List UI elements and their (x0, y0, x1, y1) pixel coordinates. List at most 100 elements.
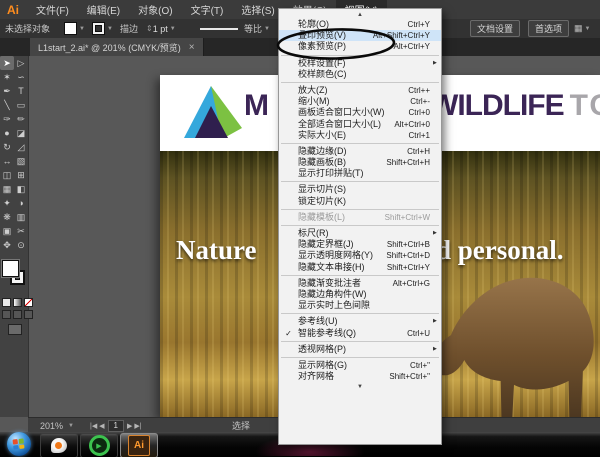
view-menu-item[interactable]: 透视网格(P) ▶ (279, 344, 441, 355)
draw-behind-button[interactable] (13, 310, 22, 319)
zoom-value[interactable]: 201% (40, 421, 63, 431)
tool-column-graph[interactable]: ▥ (14, 210, 28, 224)
tool-symbol-sprayer[interactable]: ❋ (0, 210, 14, 224)
stroke-color-control[interactable]: ▼ (92, 19, 113, 38)
view-menu-item[interactable]: 隐藏画板(B) Shift+Ctrl+H (279, 157, 441, 168)
tool-blob-brush[interactable]: ● (0, 126, 14, 140)
menu-scroll-down-icon[interactable]: ▼ (279, 382, 441, 391)
tool-lasso[interactable]: ∽ (14, 70, 28, 84)
view-menu-item[interactable]: 校样设置(F) ▶ (279, 58, 441, 69)
tool-rotate[interactable]: ↻ (0, 140, 14, 154)
menubar-item-object[interactable]: 对象(O) (129, 0, 181, 20)
workspace-icon[interactable]: ▦ (574, 23, 583, 34)
fill-color-swatch[interactable] (64, 22, 77, 35)
menubar-item-file[interactable]: 文件(F) (27, 0, 78, 20)
draw-normal-button[interactable] (2, 310, 11, 319)
workspace-switcher[interactable]: ▦ ▼ (574, 19, 590, 38)
view-menu-item[interactable]: 全部适合窗口大小(L) Alt+Ctrl+0 (279, 119, 441, 130)
tool-eyedropper[interactable]: ✦ (0, 196, 14, 210)
chevron-down-icon[interactable]: ▼ (79, 26, 85, 32)
taskbar-media-app-icon[interactable] (40, 433, 78, 457)
tool-hand[interactable]: ✥ (0, 238, 14, 252)
tool-eraser[interactable]: ◪ (14, 126, 28, 140)
artboard-next-icon[interactable]: ▶| (134, 423, 141, 430)
view-menu-item[interactable]: 校样颜色(C) (279, 69, 441, 80)
stroke-weight-value[interactable]: 1 pt (153, 24, 168, 34)
tool-pencil[interactable]: ✏ (14, 112, 28, 126)
stroke-weight-stepper[interactable]: ⇕ 1 pt ▼ (146, 19, 176, 38)
tool-slice[interactable]: ✂ (14, 224, 28, 238)
view-menu-item[interactable]: 放大(Z) Ctrl++ (279, 85, 441, 96)
fill-color-control[interactable]: ▼ (64, 19, 85, 38)
artboard-prev-icon[interactable]: |◀ (90, 423, 99, 430)
view-menu-item[interactable]: 对齐网格 Shift+Ctrl+" (279, 371, 441, 382)
chevron-down-icon[interactable]: ▼ (170, 26, 176, 32)
view-menu-item[interactable]: 隐藏定界框(J) Shift+Ctrl+B (279, 239, 441, 250)
view-menu-item[interactable]: 显示打印拼贴(T) (279, 168, 441, 179)
tool-paintbrush[interactable]: ✑ (0, 112, 14, 126)
tool-free-transform[interactable]: ▧ (14, 154, 28, 168)
menubar-item-edit[interactable]: 编辑(E) (78, 0, 129, 20)
view-menu-item[interactable]: 像素预览(P) Alt+Ctrl+Y (279, 41, 441, 52)
gradient-mode-button[interactable] (13, 298, 22, 307)
view-menu-item[interactable]: 叠印预览(V) Alt+Shift+Ctrl+Y (279, 30, 441, 42)
view-menu-item[interactable]: 隐藏边缘(D) Ctrl+H (279, 146, 441, 157)
view-menu-item[interactable]: 隐藏文本串接(H) Shift+Ctrl+Y (279, 262, 441, 273)
artboard-number-field[interactable]: 1 (107, 419, 124, 432)
color-mode-button[interactable] (2, 298, 11, 307)
windows-start-button[interactable] (7, 432, 31, 456)
view-menu-item[interactable]: ✓ 智能参考线(Q) Ctrl+U (279, 328, 441, 339)
stroke-profile-control[interactable]: 等比 ▼ (200, 19, 270, 38)
tool-zoom[interactable]: ⊙ (14, 238, 28, 252)
document-tab[interactable]: L1start_2.ai* @ 201% (CMYK/预览) × (30, 38, 204, 56)
view-menu-item[interactable]: 隐藏边角构件(W) (279, 289, 441, 300)
menubar-item-select[interactable]: 选择(S) (232, 0, 283, 20)
tool-blend[interactable]: ◑ (14, 196, 28, 210)
menubar-item-type[interactable]: 文字(T) (182, 0, 233, 20)
view-menu-item[interactable]: 显示网格(G) Ctrl+" (279, 360, 441, 371)
chevron-down-icon[interactable]: ▼ (107, 26, 113, 32)
view-menu-item[interactable]: 参考线(U) ▶ (279, 316, 441, 327)
tool-rectangle[interactable]: ▭ (14, 98, 28, 112)
view-menu-item[interactable]: 标尺(R) ▶ (279, 228, 441, 239)
artboard-prev-icon[interactable]: ◀ (99, 423, 104, 430)
view-menu-item[interactable]: 画板适合窗口大小(W) Ctrl+0 (279, 107, 441, 118)
none-mode-button[interactable] (24, 298, 33, 307)
tool-selection[interactable]: ➤ (0, 56, 14, 70)
chevron-down-icon[interactable]: ▼ (68, 423, 74, 429)
tool-line-segment[interactable]: ╲ (0, 98, 14, 112)
draw-inside-button[interactable] (24, 310, 33, 319)
view-menu-item[interactable]: 锁定切片(K) (279, 196, 441, 207)
view-menu-item[interactable]: 显示透明度网格(Y) Shift+Ctrl+D (279, 250, 441, 261)
fill-swatch[interactable] (2, 260, 19, 277)
taskbar-illustrator-icon[interactable]: Ai (120, 433, 158, 457)
document-setup-button[interactable]: 文档设置 (470, 19, 521, 38)
view-menu-item[interactable]: 缩小(M) Ctrl+- (279, 96, 441, 107)
menu-scroll-up-icon[interactable]: ▲ (279, 10, 441, 19)
taskbar-green-app-icon[interactable]: ▶ (80, 433, 118, 457)
zoom-field[interactable]: 201% ▼ (40, 418, 74, 433)
tool-perspective-grid[interactable]: ⊞ (14, 168, 28, 182)
screen-mode-button[interactable] (8, 324, 22, 335)
stroke-color-swatch[interactable] (92, 22, 105, 35)
tool-gradient[interactable]: ◧ (14, 182, 28, 196)
tool-magic-wand[interactable]: ✶ (0, 70, 14, 84)
tool-type[interactable]: T (14, 84, 28, 98)
preferences-button[interactable]: 首选项 (528, 19, 570, 38)
tool-mesh[interactable]: ▦ (0, 182, 14, 196)
tool-pen[interactable]: ✒ (0, 84, 14, 98)
stepper-icon[interactable]: ⇕ (146, 24, 153, 33)
view-menu-item[interactable]: 隐藏渐变批注者 Alt+Ctrl+G (279, 278, 441, 289)
tool-width[interactable]: ↔ (0, 154, 14, 168)
view-menu-item[interactable]: 显示实时上色间隙 (279, 300, 441, 311)
tool-scale[interactable]: ◿ (14, 140, 28, 154)
view-menu-item[interactable]: 显示切片(S) (279, 184, 441, 195)
tool-shape-builder[interactable]: ◫ (0, 168, 14, 182)
tool-direct-selection[interactable]: ▷ (14, 56, 28, 70)
tool-artboard[interactable]: ▣ (0, 224, 14, 238)
view-menu-item[interactable]: 实际大小(E) Ctrl+1 (279, 130, 441, 141)
app-logo-icon[interactable]: Ai (0, 3, 27, 17)
view-menu-item[interactable]: 轮廓(O) Ctrl+Y (279, 19, 441, 30)
chevron-down-icon[interactable]: ▼ (585, 26, 591, 32)
close-icon[interactable]: × (189, 42, 195, 53)
